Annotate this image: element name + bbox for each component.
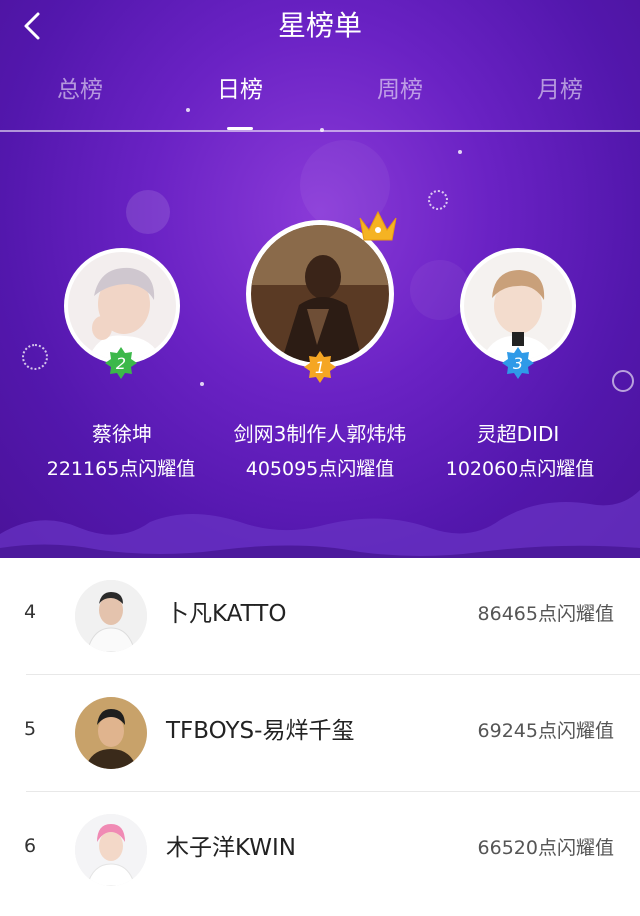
crown-icon [356,206,400,246]
page-title: 星榜单 [277,9,362,42]
tab-weekly[interactable]: 周榜 [320,68,480,112]
decor-dotted-ring [22,344,48,370]
decor-dotted-ring [428,190,448,210]
avatar [464,252,572,360]
tab-total[interactable]: 总榜 [0,68,160,112]
rank-2-badge: 2 [104,346,138,380]
podium-name: 蔡徐坤 [92,422,152,446]
decor-sparkle [458,150,462,154]
avatar [75,580,147,652]
item-score: 69245点闪耀值 [477,720,614,742]
item-name: 木子洋KWIN [166,835,296,861]
item-score: 86465点闪耀值 [477,603,614,625]
tab-daily[interactable]: 日榜 [160,68,320,112]
rank-number: 2 [116,354,126,373]
tabs-divider [0,130,640,132]
item-name: 卜凡KATTO [166,601,287,627]
period-tabs: 总榜 日榜 周榜 月榜 [0,68,640,130]
podium-name: 剑网3制作人郭炜炜 [233,422,407,446]
rank-number: 5 [24,718,37,740]
list-item[interactable]: 4 卜凡KATTO 86465点闪耀值 [0,558,640,675]
podium-name: 灵超DIDI [476,422,560,446]
avatar [75,697,147,769]
decor-bubble [126,190,170,234]
rank-1-badge: 1 [303,350,337,384]
avatar [68,252,176,360]
tab-monthly[interactable]: 月榜 [480,68,640,112]
list-item[interactable]: 5 TFBOYS-易烊千玺 69245点闪耀值 [0,675,640,792]
decor-ring [612,370,634,392]
ranking-list: 4 卜凡KATTO 86465点闪耀值 5 TFBOYS-易烊千玺 69245点… [0,558,640,916]
rank-number: 1 [315,358,325,377]
rank-number: 6 [24,835,37,857]
item-score: 66520点闪耀值 [477,837,614,859]
item-name: TFBOYS-易烊千玺 [166,718,355,744]
decor-wave [0,490,640,558]
rank-3-badge: 3 [501,346,535,380]
rank-number: 4 [24,601,37,623]
avatar [75,814,147,886]
rank-number: 3 [513,354,523,373]
decor-sparkle [200,382,204,386]
list-item[interactable]: 6 木子洋KWIN 66520点闪耀值 [0,792,640,909]
hero-header: 星榜单 总榜 日榜 周榜 月榜 2 蔡徐坤 221165点闪耀值 1 剑网3制作… [0,0,640,558]
